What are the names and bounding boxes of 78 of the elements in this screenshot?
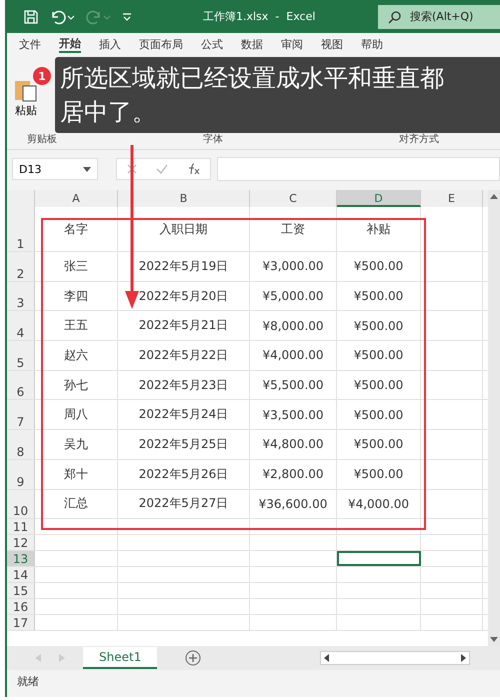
ribbon-tab[interactable]: 插入 bbox=[99, 36, 121, 52]
table-cell: ¥500.00 bbox=[337, 460, 421, 488]
row-header[interactable]: 15 bbox=[7, 583, 35, 598]
group-label: 对齐方式 bbox=[399, 132, 439, 146]
row-header[interactable]: 14 bbox=[7, 567, 35, 582]
row-header[interactable]: 17 bbox=[7, 615, 35, 630]
row-header[interactable]: 13 bbox=[7, 551, 35, 566]
table-cell: ¥500.00 bbox=[337, 311, 421, 340]
table-cell: 名字 bbox=[35, 207, 118, 251]
table-cell: 2022年5月26日 bbox=[118, 460, 250, 488]
row-header[interactable]: 11 bbox=[7, 519, 35, 534]
table-cell: ¥4,800.00 bbox=[250, 430, 337, 459]
table-cell: ¥36,600.00 bbox=[250, 490, 337, 518]
ribbon-tab[interactable]: 公式 bbox=[201, 36, 223, 52]
callout-text: 所选区域就已经设置成水平和垂直都居中了。 bbox=[60, 63, 445, 128]
table-cell: ¥4,000.00 bbox=[337, 490, 421, 518]
table-cell: 王五 bbox=[35, 311, 118, 340]
table-cell: 2022年5月22日 bbox=[118, 341, 250, 370]
table-cell: 2022年5月19日 bbox=[118, 252, 250, 281]
table-cell: 孙七 bbox=[35, 370, 118, 400]
search-field[interactable]: 搜索(Alt+Q) bbox=[378, 4, 500, 28]
row-header[interactable]: 1 bbox=[7, 207, 35, 251]
table-cell: ¥500.00 bbox=[337, 430, 421, 459]
status-text: 就绪 bbox=[17, 674, 39, 689]
row-header[interactable]: 12 bbox=[7, 535, 35, 550]
row-header[interactable]: 8 bbox=[7, 430, 35, 459]
table-cell: ¥8,000.00 bbox=[250, 311, 337, 340]
ribbon-tab[interactable]: 文件 bbox=[19, 36, 41, 52]
table-cell: ¥3,000.00 bbox=[250, 252, 337, 281]
name-box[interactable]: D13 bbox=[12, 158, 98, 180]
table-cell: ¥500.00 bbox=[337, 370, 421, 400]
table-cell: 2022年5月25日 bbox=[118, 430, 250, 459]
table-cell: ¥5,000.00 bbox=[250, 282, 337, 310]
row-header[interactable]: 16 bbox=[7, 599, 35, 614]
table-cell: ¥500.00 bbox=[337, 341, 421, 370]
row-header[interactable]: 6 bbox=[7, 370, 35, 400]
row-header[interactable]: 5 bbox=[7, 341, 35, 370]
row-header[interactable]: 10 bbox=[7, 490, 35, 518]
ribbon-tab[interactable]: 视图 bbox=[321, 36, 343, 52]
row-header[interactable]: 4 bbox=[7, 311, 35, 340]
table-cell: ¥500.00 bbox=[337, 282, 421, 310]
column-header[interactable]: E bbox=[421, 190, 483, 207]
table-cell: ¥500.00 bbox=[337, 252, 421, 281]
row-header[interactable]: 9 bbox=[7, 460, 35, 488]
table-cell: 2022年5月27日 bbox=[118, 490, 250, 518]
column-header[interactable]: B bbox=[118, 190, 250, 207]
table-cell: 赵六 bbox=[35, 341, 118, 370]
row-header[interactable]: 2 bbox=[7, 252, 35, 281]
table-cell: 入职日期 bbox=[118, 207, 250, 251]
table-cell: 张三 bbox=[35, 252, 118, 281]
table-cell: 李四 bbox=[35, 282, 118, 310]
table-cell: 郑十 bbox=[35, 460, 118, 488]
table-cell: 2022年5月24日 bbox=[118, 400, 250, 430]
table-cell: 周八 bbox=[35, 400, 118, 430]
table-cell: ¥2,800.00 bbox=[250, 460, 337, 488]
table-cell: ¥4,000.00 bbox=[250, 341, 337, 370]
ribbon-tab[interactable]: 审阅 bbox=[281, 36, 303, 52]
table-cell: ¥3,500.00 bbox=[250, 400, 337, 430]
table-cell: ¥5,500.00 bbox=[250, 370, 337, 400]
group-label: 剪贴板 bbox=[27, 132, 57, 146]
window-title: 工作簿1.xlsx - Excel bbox=[203, 9, 316, 24]
ribbon-tab[interactable]: 帮助 bbox=[361, 36, 383, 52]
row-header[interactable]: 3 bbox=[7, 282, 35, 310]
table-cell: 汇总 bbox=[35, 490, 118, 518]
sheet-tab[interactable]: Sheet1 bbox=[83, 647, 158, 669]
table-cell: 补贴 bbox=[337, 207, 421, 251]
column-header[interactable]: D bbox=[337, 190, 421, 207]
table-cell: ¥500.00 bbox=[337, 400, 421, 430]
table-cell: 2022年5月23日 bbox=[118, 370, 250, 400]
row-header[interactable]: 7 bbox=[7, 400, 35, 430]
ribbon-tab[interactable]: 页面布局 bbox=[139, 36, 183, 52]
table-cell: 工资 bbox=[250, 207, 337, 251]
ribbon-tab[interactable]: 开始 bbox=[59, 36, 81, 52]
table-cell: 2022年5月21日 bbox=[118, 311, 250, 340]
ribbon-tab[interactable]: 数据 bbox=[241, 36, 263, 52]
group-label: 字体 bbox=[203, 132, 223, 146]
column-header[interactable]: A bbox=[35, 190, 118, 207]
table-cell: 吴九 bbox=[35, 430, 118, 459]
